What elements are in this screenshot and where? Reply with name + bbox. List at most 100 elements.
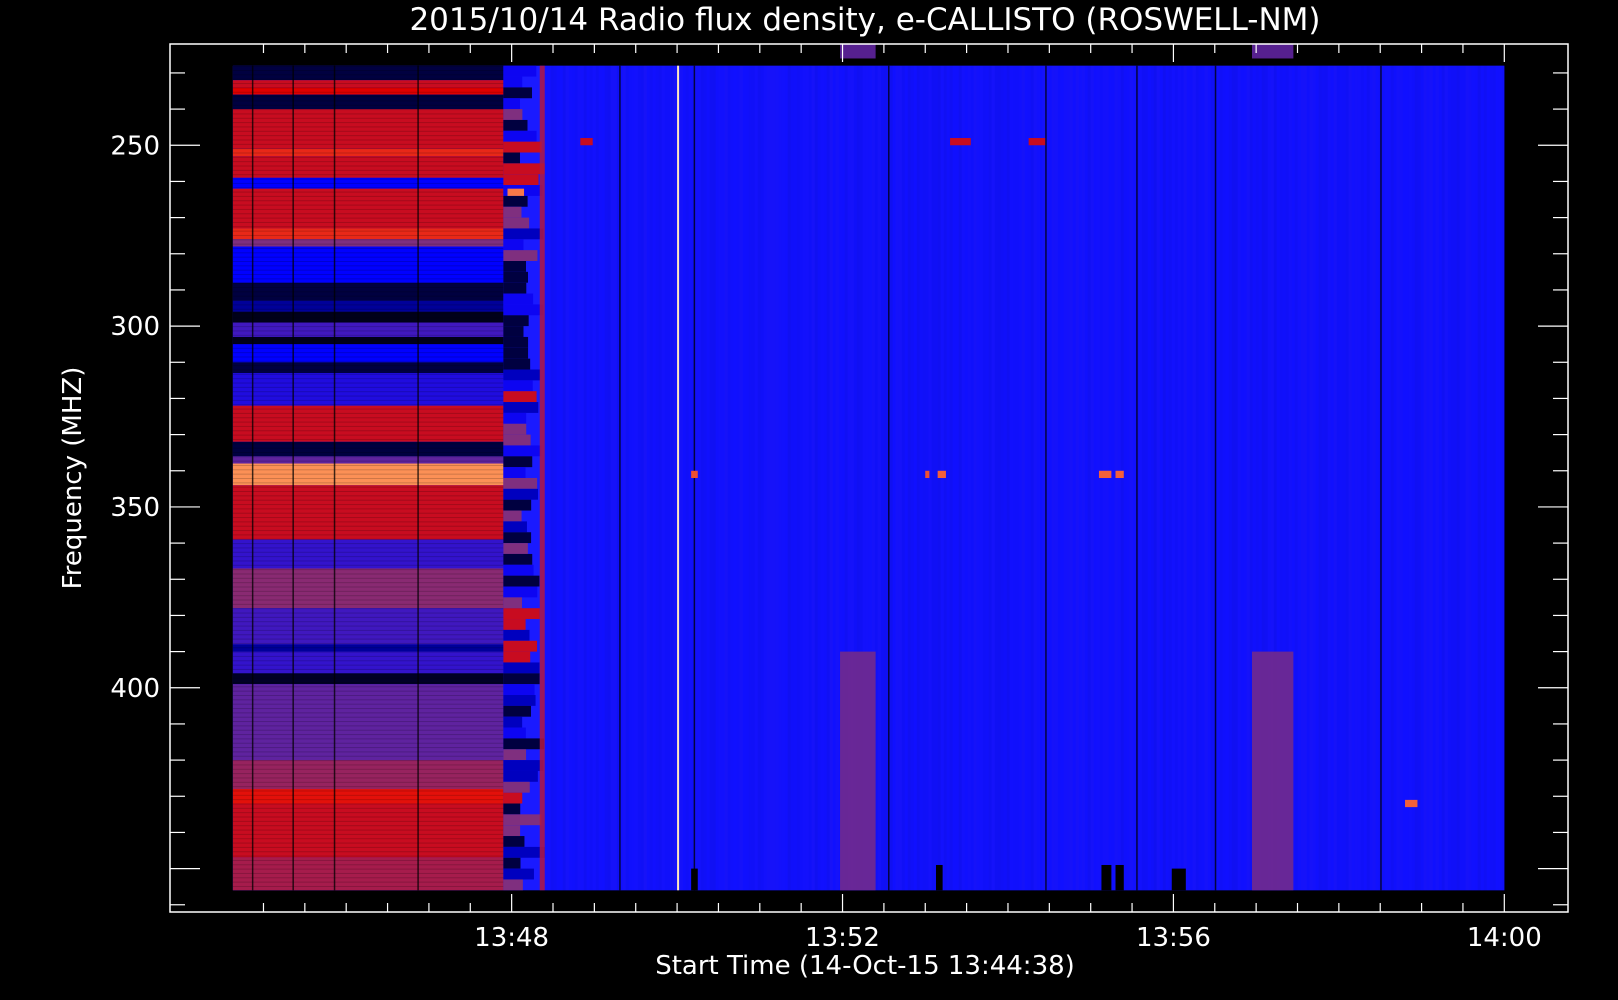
transition-cell — [503, 868, 534, 880]
active-striation — [232, 347, 504, 349]
active-band — [232, 87, 504, 95]
transition-cell — [503, 738, 545, 750]
active-striation — [232, 417, 504, 419]
noise-streak — [709, 65, 713, 891]
noise-streak — [607, 65, 611, 891]
transition-cell — [503, 250, 538, 261]
active-striation — [232, 221, 504, 223]
noise-streak — [736, 65, 740, 891]
noise-streak — [1150, 65, 1154, 891]
dark-spot — [691, 868, 698, 891]
active-striation — [232, 838, 504, 840]
noise-streak — [1477, 65, 1481, 891]
noise-streak — [1021, 65, 1025, 891]
transition-cell — [503, 836, 525, 847]
noise-streak — [1318, 65, 1322, 891]
active-striation — [232, 391, 504, 393]
active-striation — [232, 547, 504, 549]
active-striation — [232, 681, 504, 683]
noise-streak — [1156, 65, 1160, 891]
noise-streak — [1441, 65, 1445, 891]
dark-spot — [1101, 864, 1112, 891]
noise-streak — [1081, 65, 1085, 891]
noise-streak — [1294, 65, 1298, 891]
active-striation — [232, 603, 504, 605]
active-striation — [232, 208, 504, 210]
active-striation — [232, 812, 504, 814]
active-striation — [232, 725, 504, 727]
transition-cell — [503, 640, 538, 652]
noise-streak — [1363, 65, 1367, 891]
noise-streak — [829, 65, 833, 891]
dark-spot — [936, 864, 943, 891]
transition-cell — [503, 130, 537, 142]
noise-streak — [667, 65, 671, 891]
noise-streak — [1030, 65, 1034, 891]
active-striation — [232, 760, 504, 762]
active-striation — [232, 469, 504, 471]
enhanced-region — [840, 651, 876, 891]
transition-cell — [503, 76, 523, 88]
noise-streak — [1012, 65, 1016, 891]
active-striation — [232, 174, 504, 176]
active-striation — [232, 738, 504, 740]
active-striation — [232, 378, 504, 380]
plot-area — [232, 44, 1505, 892]
noise-streak — [1354, 65, 1358, 891]
transition-cell — [503, 651, 531, 663]
active-striation — [232, 447, 504, 449]
active-striation — [232, 543, 504, 545]
active-band — [232, 239, 504, 247]
noise-streak — [1300, 65, 1304, 891]
active-striation — [232, 773, 504, 775]
active-striation — [232, 274, 504, 276]
active-striation — [232, 360, 504, 362]
noise-streak — [802, 65, 806, 891]
noise-streak — [913, 65, 917, 891]
active-striation — [232, 369, 504, 371]
noise-streak — [643, 65, 647, 891]
noise-streak — [1129, 65, 1133, 891]
noise-streak — [1447, 65, 1451, 891]
noise-streak — [1033, 65, 1037, 891]
noise-streak — [748, 65, 752, 891]
bright-line — [677, 65, 680, 891]
dark-column — [292, 65, 294, 891]
active-striation — [232, 313, 504, 315]
transition-cell — [503, 478, 538, 489]
y-tick-label: 300 — [110, 312, 160, 342]
transition-cell — [503, 163, 545, 175]
transition-cell — [503, 402, 539, 413]
noise-streak — [952, 65, 956, 891]
noise-streak — [658, 65, 662, 891]
noise-streak — [1243, 65, 1247, 891]
noise-streak — [1204, 65, 1208, 891]
transition-cell — [503, 532, 532, 544]
noise-streak — [775, 65, 779, 891]
active-striation — [232, 595, 504, 597]
noise-streak — [1432, 65, 1436, 891]
noise-streak — [574, 65, 578, 891]
noise-streak — [712, 65, 716, 891]
noise-streak — [769, 65, 773, 891]
noise-streak — [1474, 65, 1478, 891]
transition-cell — [503, 705, 532, 717]
transition-cell — [503, 336, 529, 348]
noise-streak — [1336, 65, 1340, 891]
noise-streak — [1375, 65, 1379, 891]
noise-streak — [970, 65, 974, 891]
noise-streak — [1333, 65, 1337, 891]
noise-streak — [1201, 65, 1205, 891]
active-striation — [232, 187, 504, 189]
active-striation — [232, 373, 504, 375]
noise-streak — [1339, 65, 1343, 891]
noise-streak — [751, 65, 755, 891]
noise-streak — [1372, 65, 1376, 891]
noise-streak — [916, 65, 920, 891]
transition-cell — [503, 195, 528, 207]
noise-streak — [763, 65, 767, 891]
active-striation — [232, 560, 504, 562]
active-striation — [232, 859, 504, 861]
transition-cell — [503, 488, 538, 500]
active-striation — [232, 816, 504, 818]
